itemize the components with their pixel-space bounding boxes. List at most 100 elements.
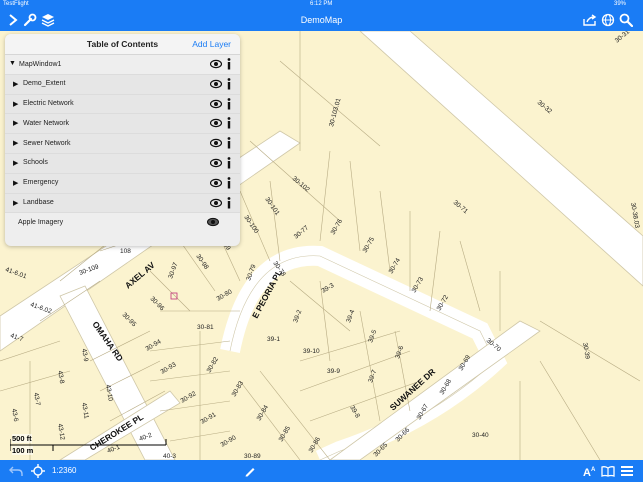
caret-right-icon[interactable]: ▶ xyxy=(13,159,18,167)
layer-label: Emergency xyxy=(23,179,59,187)
caret-right-icon[interactable]: ▶ xyxy=(13,100,18,108)
parcel-label: 39-7 xyxy=(367,369,378,384)
street-label-axel: AXEL AV xyxy=(123,260,157,291)
parcel-label: 30-100 xyxy=(242,214,260,235)
info-icon[interactable] xyxy=(226,176,232,189)
parcel-label: 30-89 xyxy=(244,453,261,460)
status-bar: TestFlight 6:12 PM 39% xyxy=(0,0,643,10)
info-icon[interactable] xyxy=(226,157,232,169)
parcel-label: 30-71 xyxy=(452,199,470,215)
add-layer-button[interactable]: Add Layer xyxy=(192,39,231,49)
parcel-label: 30-92 xyxy=(180,390,198,405)
caret-right-icon[interactable]: ▶ xyxy=(13,139,18,147)
parcel-label: 43-8 xyxy=(56,370,65,384)
caret-right-icon[interactable]: ▶ xyxy=(13,119,18,127)
layer-label: Sewer Network xyxy=(23,139,71,147)
parcel-label: 43-6 xyxy=(10,408,19,422)
layer-label: Demo_Extent xyxy=(23,80,66,88)
parcel-label: 39-6 xyxy=(394,345,405,360)
undo-icon[interactable] xyxy=(8,463,24,479)
parcel-label: 39-1 xyxy=(267,336,280,343)
parcel-label: 39-4 xyxy=(345,309,356,324)
toc-header: Table of Contents Add Layer xyxy=(5,34,240,55)
caret-right-icon[interactable]: ▶ xyxy=(13,199,18,207)
toc-row-layer[interactable]: ▶ Demo_Extent xyxy=(5,74,240,95)
search-icon[interactable] xyxy=(618,12,634,28)
map-scale-label: 1:2360 xyxy=(52,466,77,475)
parcel-label: 30-75 xyxy=(362,236,377,254)
parcel-label: 30-96 xyxy=(149,295,166,312)
toc-row-layer[interactable]: ▶ Water Network xyxy=(5,114,240,135)
parcel-label: 30-32 xyxy=(536,99,554,115)
scale-bar: 500 ft 100 m xyxy=(10,434,170,456)
clock: 6:12 PM xyxy=(310,1,333,7)
eye-icon[interactable] xyxy=(210,99,222,109)
battery-label: 39% xyxy=(614,1,627,7)
svg-text:A: A xyxy=(583,467,591,477)
parcel-label: 30-82 xyxy=(206,356,221,374)
parcel-label: 30-101 xyxy=(263,196,281,217)
toc-row-layer[interactable]: ▶ Emergency xyxy=(5,173,240,194)
parcel-label: 30-73 xyxy=(411,276,426,294)
parcel-label: 30-93 xyxy=(160,361,178,376)
scale-meters-label: 100 m xyxy=(12,446,34,455)
info-icon[interactable] xyxy=(226,58,232,70)
info-icon[interactable] xyxy=(226,117,232,129)
top-toolbar: DemoMap xyxy=(0,10,643,31)
toc-row-basemap[interactable]: Apple Imagery xyxy=(5,213,240,233)
menu-icon[interactable] xyxy=(619,463,635,479)
eye-icon[interactable] xyxy=(210,178,222,188)
eye-icon[interactable] xyxy=(210,118,222,128)
parcel-label: 30-77 xyxy=(293,224,311,240)
carrier-label: TestFlight xyxy=(3,1,29,7)
basemap-label: Apple Imagery xyxy=(18,218,64,226)
caret-down-icon[interactable]: ▼ xyxy=(9,60,16,67)
layer-label: Electric Network xyxy=(23,100,74,108)
parcel-label: 41-6.01 xyxy=(4,266,27,280)
parcel-label: 43-7 xyxy=(32,392,41,406)
toc-row-layer[interactable]: ▶ Schools xyxy=(5,153,240,174)
scale-bar-graphic xyxy=(10,439,167,451)
eye-icon[interactable] xyxy=(210,198,222,208)
toc-row-layer[interactable]: ▶ Electric Network xyxy=(5,94,240,115)
parcel-label: 39-9 xyxy=(327,368,340,375)
layer-label: Schools xyxy=(23,159,48,167)
parcel-label: 39-3 xyxy=(321,282,336,295)
book-icon[interactable] xyxy=(600,463,616,479)
parcel-label: 30-80 xyxy=(216,288,234,303)
caret-right-icon[interactable]: ▶ xyxy=(13,179,18,187)
eye-icon[interactable] xyxy=(207,217,219,227)
parcel-label: 30-91 xyxy=(200,411,218,426)
parcel-label: 30-74 xyxy=(388,257,403,275)
parcel-label: 30-84 xyxy=(256,404,271,422)
parcel-label: 30-83 xyxy=(231,380,246,398)
info-icon[interactable] xyxy=(226,77,232,90)
info-icon[interactable] xyxy=(226,97,232,110)
eye-icon[interactable] xyxy=(210,79,222,89)
text-size-icon[interactable]: AA xyxy=(582,463,598,479)
info-icon[interactable] xyxy=(226,137,232,149)
eye-icon[interactable] xyxy=(210,138,222,148)
parcel-label: 30-90 xyxy=(220,434,238,449)
share-icon[interactable] xyxy=(582,12,598,28)
toc-row-layer[interactable]: ▶ Sewer Network xyxy=(5,134,240,154)
toc-row-mapwindow[interactable]: ▼ MapWindow1 xyxy=(5,55,240,75)
toc-row-layer[interactable]: ▶ Landbase xyxy=(5,193,240,214)
parcel-label: 39-5 xyxy=(367,329,378,344)
svg-text:A: A xyxy=(591,467,596,473)
parcel-label: 30-81 xyxy=(197,324,214,331)
caret-right-icon[interactable]: ▶ xyxy=(13,80,18,88)
eye-icon[interactable] xyxy=(210,158,222,168)
map-marker-icon[interactable] xyxy=(170,292,178,300)
parcel-label: 39-10 xyxy=(303,348,320,355)
eye-icon[interactable] xyxy=(210,59,222,69)
parcel-label: 30-102 xyxy=(291,175,311,194)
table-of-contents-panel: Table of Contents Add Layer ▼ MapWindow1… xyxy=(5,34,240,246)
pencil-icon[interactable] xyxy=(242,463,258,479)
globe-icon[interactable] xyxy=(600,12,616,28)
parcel-label: 30-95 xyxy=(121,311,138,328)
location-icon[interactable] xyxy=(30,463,46,479)
parcel-label: 43-11 xyxy=(80,402,90,419)
info-icon[interactable] xyxy=(226,196,232,209)
parcel-label: 43-9 xyxy=(80,348,89,362)
